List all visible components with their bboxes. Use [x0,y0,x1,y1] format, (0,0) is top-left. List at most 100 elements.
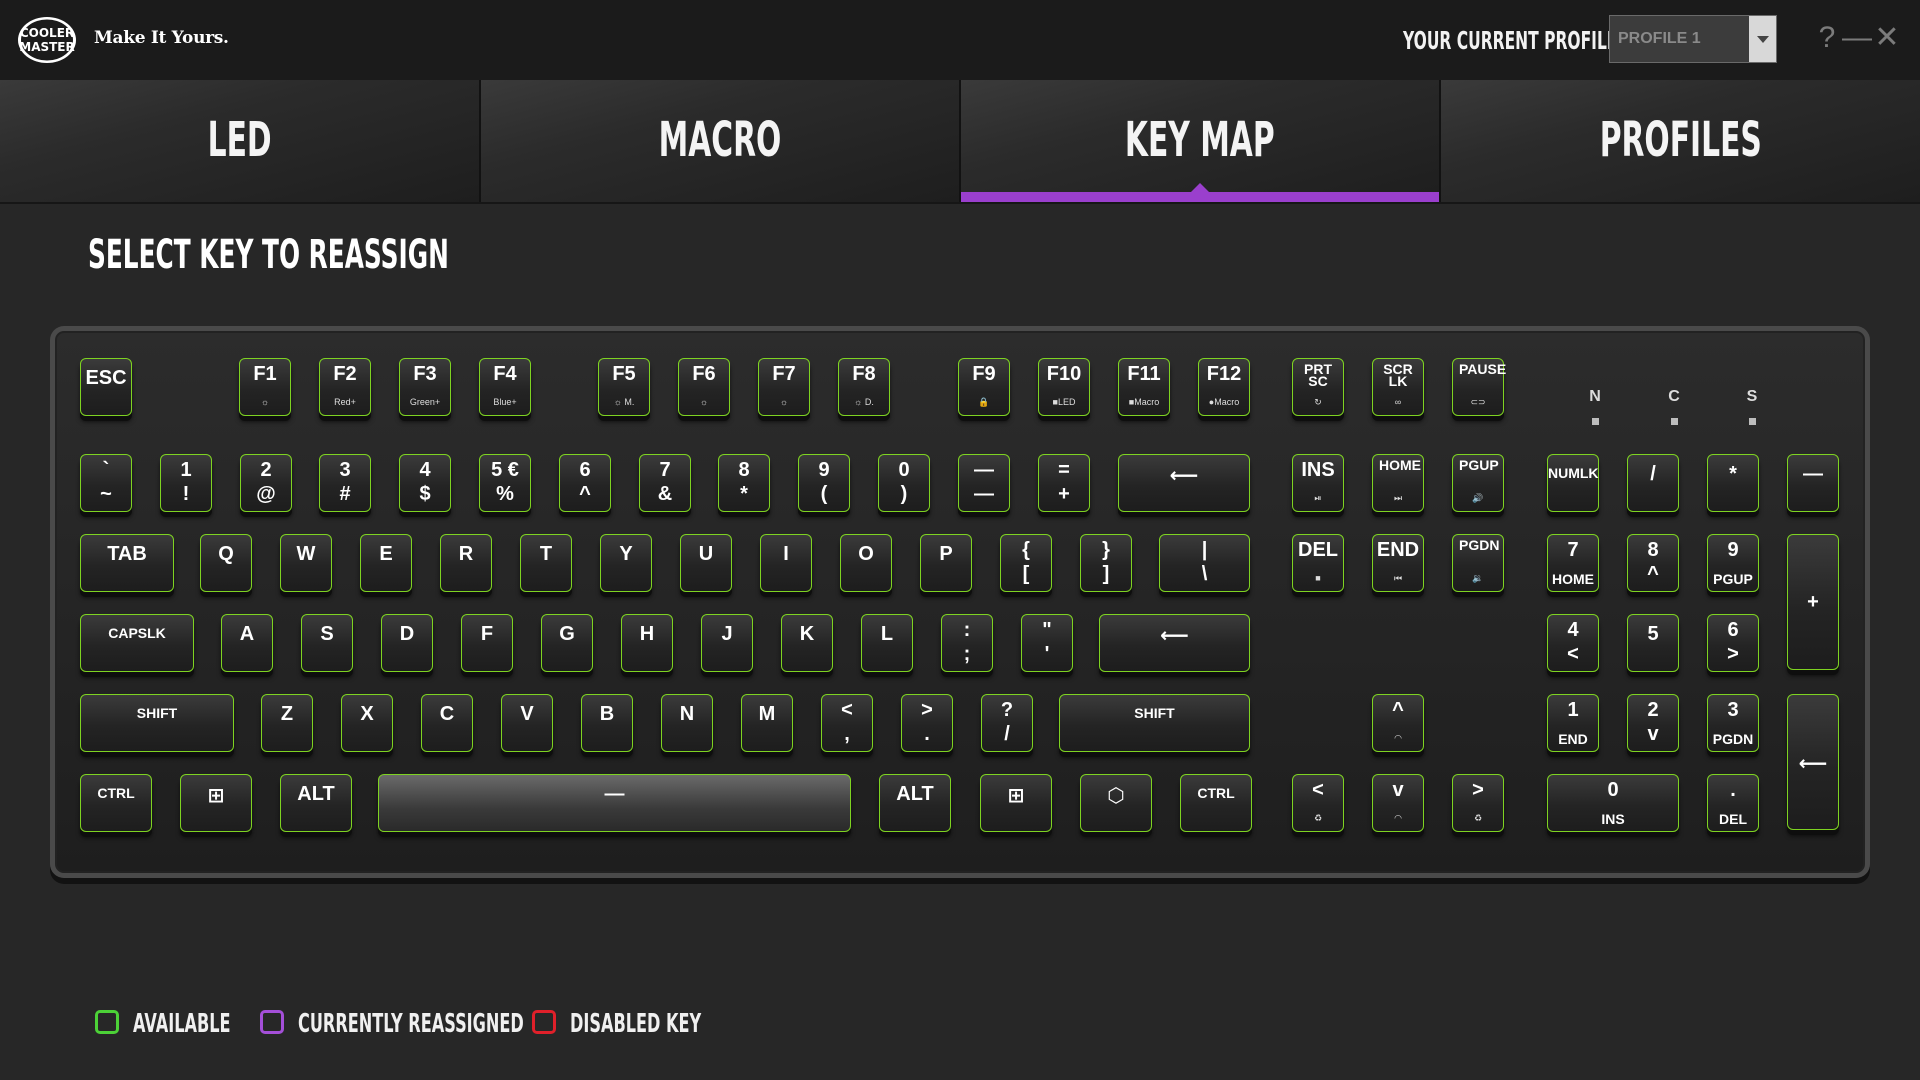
key-f10[interactable]: F10 ■LED [1038,358,1090,416]
key-g[interactable]: G [541,614,593,672]
key-scrlk[interactable]: SCR LK ∞ [1372,358,1424,416]
key-right[interactable]: > ♻ [1452,774,1504,832]
key-f4[interactable]: F4 Blue+ [479,358,531,416]
key-pgdn[interactable]: PGDN 🔉 [1452,534,1504,592]
key-pgup[interactable]: PGUP 🔊 [1452,454,1504,512]
key-kp9[interactable]: 9 PGUP [1707,534,1759,592]
key-ins[interactable]: INS ⏯ [1292,454,1344,512]
key-i[interactable]: I [760,534,812,592]
key-z[interactable]: Z [261,694,313,752]
key-minus[interactable]: — — [958,454,1010,512]
key-up[interactable]: ^ ◠ [1372,694,1424,752]
key-f7[interactable]: F7 ☼ [758,358,810,416]
key-numlk[interactable]: NUMLK [1547,454,1599,512]
key-kp3[interactable]: 3 PGDN [1707,694,1759,752]
key-f12[interactable]: F12 ●Macro [1198,358,1250,416]
key-q[interactable]: Q [200,534,252,592]
key-a[interactable]: A [221,614,273,672]
key-kp-div[interactable]: / [1627,454,1679,512]
key-esc[interactable]: ESC [80,358,132,416]
key-down[interactable]: v ◠ [1372,774,1424,832]
key-semicolon[interactable]: :; [941,614,993,672]
key-capslk[interactable]: CAPSLK [80,614,194,672]
key-rctrl[interactable]: CTRL [1180,774,1252,832]
tab-led[interactable]: LED [0,80,481,202]
key-kp5[interactable]: 5 [1627,614,1679,672]
key-fn[interactable]: ⬡ [1080,774,1152,832]
key-n8[interactable]: 8 * [718,454,770,512]
key-s[interactable]: S [301,614,353,672]
key-p[interactable]: P [920,534,972,592]
key-f[interactable]: F [461,614,513,672]
key-o[interactable]: O [840,534,892,592]
key-tab[interactable]: TAB [80,534,174,592]
key-j[interactable]: J [701,614,753,672]
key-t[interactable]: T [520,534,572,592]
key-d[interactable]: D [381,614,433,672]
key-period[interactable]: >. [901,694,953,752]
key-f5[interactable]: F5 ☼ M. [598,358,650,416]
key-lshift[interactable]: SHIFT [80,694,234,752]
key-lwin[interactable]: ⊞ [180,774,252,832]
key-kp1[interactable]: 1 END [1547,694,1599,752]
key-f6[interactable]: F6 ☼ [678,358,730,416]
key-n4[interactable]: 4 $ [399,454,451,512]
profile-dropdown[interactable]: PROFILE 1 [1609,15,1777,63]
close-icon[interactable]: ✕ [1872,20,1902,55]
key-home[interactable]: HOME ⏭ [1372,454,1424,512]
key-f8[interactable]: F8 ☼ D. [838,358,890,416]
key-e[interactable]: E [360,534,412,592]
minimize-icon[interactable]: — [1842,21,1872,55]
chevron-down-icon[interactable] [1749,16,1776,62]
key-m[interactable]: M [741,694,793,752]
key-kp-enter[interactable]: ⟵ [1787,694,1839,830]
key-kp-plus[interactable]: + [1787,534,1839,670]
key-backslash[interactable]: | \ [1159,534,1250,592]
tab-profiles[interactable]: PROFILES [1441,80,1920,202]
key-end[interactable]: END ⏮ [1372,534,1424,592]
key-n[interactable]: N [661,694,713,752]
tab-macro[interactable]: MACRO [481,80,961,202]
tab-key-map[interactable]: KEY MAP [961,80,1441,202]
key-l[interactable]: L [861,614,913,672]
key-quote[interactable]: " ' [1021,614,1073,672]
key-b[interactable]: B [581,694,633,752]
key-kp8[interactable]: 8 ^ [1627,534,1679,592]
key-f9[interactable]: F9 🔒 [958,358,1010,416]
key-space[interactable]: — [378,774,851,832]
key-k[interactable]: K [781,614,833,672]
key-ralt[interactable]: ALT [879,774,951,832]
key-kp-dot[interactable]: . DEL [1707,774,1759,832]
key-comma[interactable]: <, [821,694,873,752]
key-rwin[interactable]: ⊞ [980,774,1052,832]
key-n1[interactable]: 1! [160,454,212,512]
key-grave[interactable]: ` ~ [80,454,132,512]
key-left[interactable]: < ♻ [1292,774,1344,832]
key-n2[interactable]: 2 @ [240,454,292,512]
key-pause[interactable]: PAUSE ⊂⊃ [1452,358,1506,416]
key-u[interactable]: U [680,534,732,592]
key-r[interactable]: R [440,534,492,592]
key-lbrace[interactable]: {[ [1000,534,1052,592]
key-f11[interactable]: F11 ■Macro [1118,358,1170,416]
key-v[interactable]: V [501,694,553,752]
key-kp2[interactable]: 2v [1627,694,1679,752]
key-n7[interactable]: 7 & [639,454,691,512]
key-h[interactable]: H [621,614,673,672]
key-prtsc[interactable]: PRT SC ↻ [1292,358,1344,416]
key-n9[interactable]: 9( [798,454,850,512]
key-n6[interactable]: 6 ^ [559,454,611,512]
key-kp-minus[interactable]: — [1787,454,1839,512]
key-backspace[interactable]: ⟵ [1118,454,1250,512]
key-f3[interactable]: F3 Green+ [399,358,451,416]
key-c[interactable]: C [421,694,473,752]
key-f2[interactable]: F2 Red+ [319,358,371,416]
key-kp7[interactable]: 7 HOME [1547,534,1599,592]
key-n3[interactable]: 3 # [319,454,371,512]
key-kp0[interactable]: 0 INS [1547,774,1679,832]
key-y[interactable]: Y [600,534,652,592]
key-slash[interactable]: ? / [981,694,1033,752]
key-enter[interactable]: ⟵ [1099,614,1250,672]
key-n0[interactable]: 0) [878,454,930,512]
key-del[interactable]: DEL ■ [1292,534,1344,592]
